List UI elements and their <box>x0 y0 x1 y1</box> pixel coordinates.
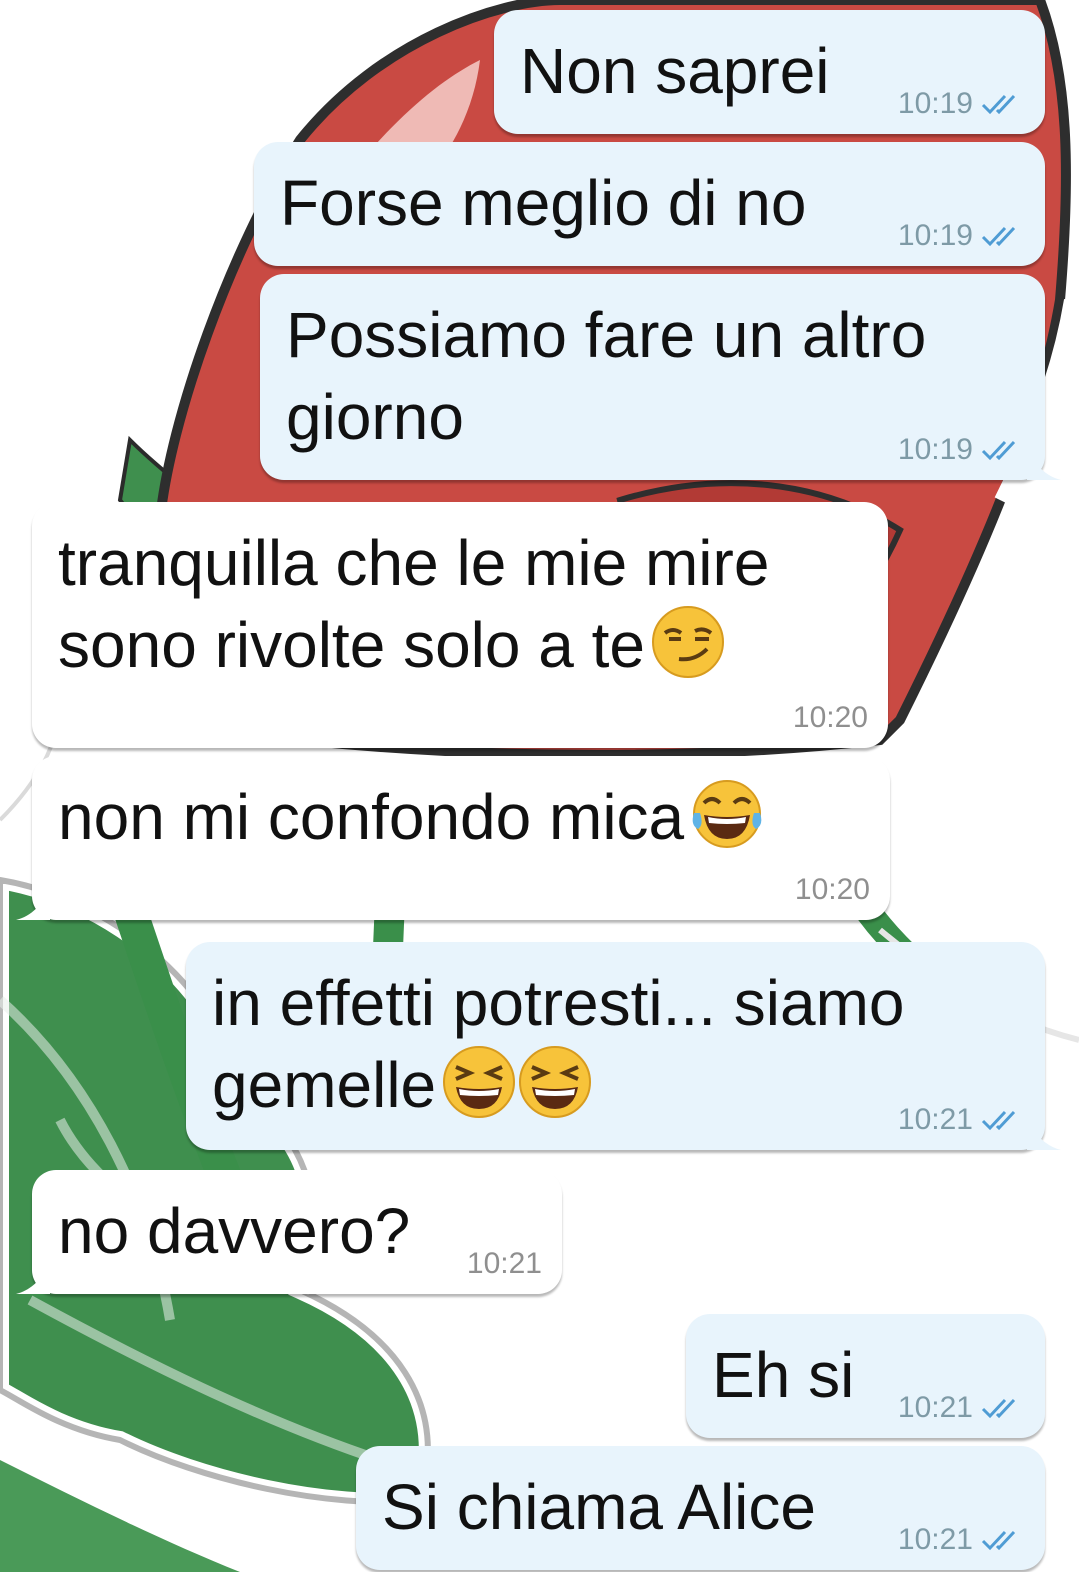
grinning-squinting-face-emoji <box>519 1046 592 1118</box>
message-time: 10:19 <box>897 87 973 120</box>
message-time: 10:21 <box>897 1391 973 1424</box>
message-time: 10:19 <box>897 433 973 466</box>
double-check-icon <box>981 94 1016 115</box>
message-bubble-outgoing[interactable]: Possiamo fare un altro giorno 10:19 <box>260 274 1061 480</box>
message-text: non mi confondo mica <box>58 776 864 858</box>
message-meta: 10:20 <box>795 874 870 906</box>
message-bubble-incoming[interactable]: non mi confondo mica 10:20 <box>16 756 890 920</box>
message-time: 10:19 <box>897 219 973 252</box>
message-time: 10:20 <box>794 873 870 906</box>
message-meta: 10:19 <box>898 434 1025 466</box>
message-meta: 10:21 <box>467 1248 542 1280</box>
message-meta: 10:21 <box>898 1104 1025 1136</box>
message-bubble-incoming[interactable]: tranquilla che le mie mire sono rivolte … <box>32 502 888 748</box>
smirking-face-emoji <box>652 606 724 678</box>
bubble-tail <box>1027 1120 1061 1150</box>
double-check-icon <box>981 440 1016 461</box>
message-meta: 10:19 <box>898 88 1025 120</box>
message-text: tranquilla che le mie mire sono rivolte … <box>58 527 770 681</box>
message-time: 10:21 <box>897 1103 973 1136</box>
message-meta: 10:19 <box>898 220 1025 252</box>
message-time: 10:21 <box>466 1247 542 1280</box>
message-meta: 10:21 <box>898 1524 1025 1556</box>
double-check-icon <box>981 1530 1016 1551</box>
message-time: 10:21 <box>897 1523 973 1556</box>
message-bubble-outgoing[interactable]: Si chiama Alice 10:21 <box>356 1446 1045 1570</box>
message-meta: 10:20 <box>793 702 868 734</box>
bubble-tail <box>16 890 50 920</box>
message-bubble-outgoing[interactable]: Non saprei 10:19 <box>494 10 1045 134</box>
message-bubble-outgoing[interactable]: Eh si 10:21 <box>686 1314 1045 1438</box>
double-check-icon <box>981 1398 1016 1419</box>
tears-of-joy-emoji <box>692 780 762 848</box>
double-check-icon <box>981 1110 1016 1131</box>
bubble-tail <box>16 1264 50 1294</box>
message-text: in effetti potresti... siamo gemelle <box>212 967 905 1121</box>
message-time: 10:20 <box>792 701 868 734</box>
message-bubble-outgoing[interactable]: Forse meglio di no 10:19 <box>254 142 1045 266</box>
message-text: no davvero? <box>58 1195 411 1267</box>
grinning-squinting-face-emoji <box>443 1046 516 1118</box>
message-bubble-incoming[interactable]: no davvero? 10:21 <box>16 1170 562 1294</box>
double-check-icon <box>981 226 1016 247</box>
message-meta: 10:21 <box>898 1392 1025 1424</box>
bubble-tail <box>1027 450 1061 480</box>
message-bubble-outgoing[interactable]: in effetti potresti... siamo gemelle 10:… <box>186 942 1061 1150</box>
